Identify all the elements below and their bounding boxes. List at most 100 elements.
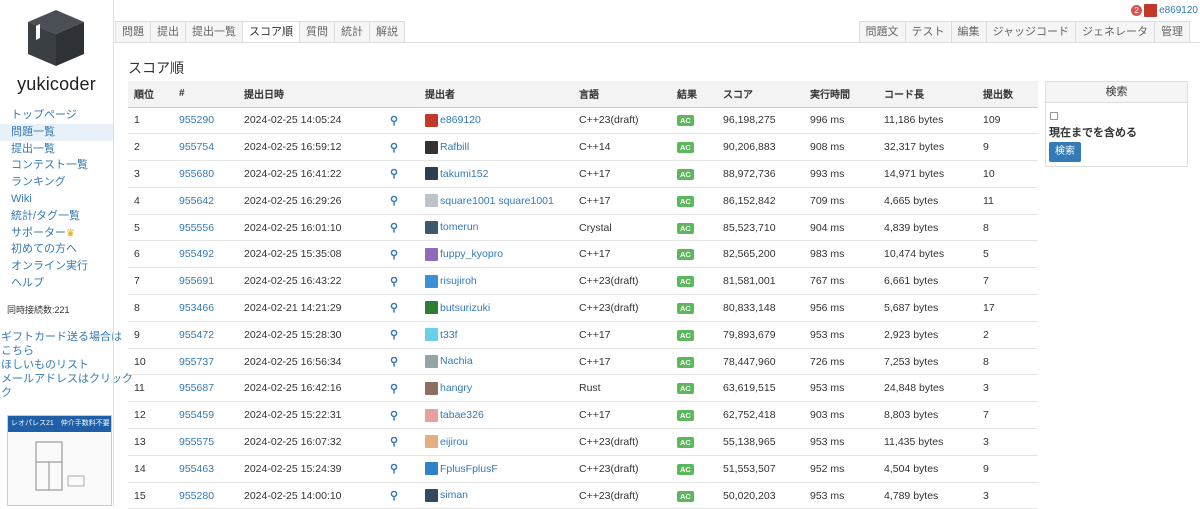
result-cell: AC: [671, 482, 717, 509]
submission-link[interactable]: 955556: [179, 222, 214, 234]
yukicoder-logo-icon[interactable]: [26, 8, 86, 68]
user-link[interactable]: Rafbill: [440, 141, 469, 153]
submission-link[interactable]: 955680: [179, 168, 214, 180]
search-cell: ⚲: [384, 133, 419, 162]
user-link[interactable]: risujiroh: [440, 275, 477, 287]
sidebar-item-6[interactable]: 統計/タグ一覧: [0, 208, 113, 225]
magnifier-icon[interactable]: ⚲: [390, 436, 398, 448]
magnifier-icon[interactable]: ⚲: [390, 168, 398, 180]
user-link[interactable]: eijirou: [440, 436, 468, 448]
magnifier-icon[interactable]: ⚲: [390, 302, 398, 314]
submission-link[interactable]: 955737: [179, 356, 214, 368]
tab-tabs_left-0[interactable]: 問題: [115, 21, 151, 42]
user-link[interactable]: fuppy_kyopro: [440, 248, 503, 260]
magnifier-icon[interactable]: ⚲: [390, 195, 398, 207]
sidebar-item-9[interactable]: オンライン実行: [0, 258, 113, 275]
magnifier-icon[interactable]: ⚲: [390, 463, 398, 475]
submission-link[interactable]: 955280: [179, 490, 214, 502]
magnifier-icon[interactable]: ⚲: [390, 115, 398, 127]
magnifier-icon[interactable]: ⚲: [390, 490, 398, 502]
sidebar-item-4[interactable]: ランキング: [0, 174, 113, 191]
site-name[interactable]: yukicoder: [0, 74, 113, 95]
username-link[interactable]: e869120: [1159, 5, 1198, 16]
tab-tabs_right-0[interactable]: 問題文: [858, 21, 906, 42]
submission-count-cell: 3: [977, 428, 1038, 456]
sidebar-item-1[interactable]: 問題一覧: [0, 123, 113, 141]
magnifier-icon[interactable]: ⚲: [390, 142, 398, 154]
sidebar-item-3[interactable]: コンテスト一覧: [0, 157, 113, 174]
tab-tabs_left-5[interactable]: 統計: [334, 21, 370, 42]
advertisement-banner[interactable]: レオパレス21 仲介手数料不要: [7, 415, 112, 506]
include-until-now-label[interactable]: 現在までを含める: [1049, 124, 1137, 140]
submission-link[interactable]: 955687: [179, 382, 214, 394]
table-row: 3 955680 2024-02-25 16:41:22 ⚲ takumi152 C++1…: [128, 160, 1038, 188]
tab-tabs_left-2[interactable]: 提出一覧: [185, 21, 243, 42]
sidebar-item-7[interactable]: サポーター♛: [0, 225, 113, 242]
user-link[interactable]: FplusFplusF: [440, 463, 498, 475]
tab-tabs_left-6[interactable]: 解説: [369, 21, 405, 42]
table-row: 2 955754 2024-02-25 16:59:12 ⚲ Rafbill C++14 A…: [128, 133, 1038, 162]
user-link[interactable]: butsurizuki: [440, 302, 490, 314]
magnifier-icon[interactable]: ⚲: [390, 276, 398, 288]
column-header: 順位: [128, 81, 173, 108]
magnifier-icon[interactable]: ⚲: [390, 383, 398, 395]
tab-tabs_right-1[interactable]: テスト: [904, 21, 952, 42]
user-link[interactable]: e869120: [440, 114, 481, 126]
sidebar-item-0[interactable]: トップページ: [0, 107, 113, 124]
user-link[interactable]: hangry: [440, 382, 472, 394]
rank-cell: 6: [128, 240, 173, 269]
submission-link[interactable]: 955472: [179, 329, 214, 341]
submission-link[interactable]: 955290: [179, 114, 214, 126]
result-cell: AC: [671, 107, 717, 135]
column-header: 提出日時: [238, 81, 384, 108]
gift-link-0[interactable]: ギフトカード送る場合は: [1, 330, 122, 344]
magnifier-icon[interactable]: ⚲: [390, 410, 398, 422]
user-link[interactable]: Nachia: [440, 355, 473, 367]
user-link[interactable]: siman: [440, 489, 468, 501]
sidebar-item-2[interactable]: 提出一覧: [0, 141, 113, 158]
user-avatar-icon[interactable]: [1144, 3, 1158, 17]
submission-link[interactable]: 955691: [179, 275, 214, 287]
magnifier-icon[interactable]: ⚲: [390, 356, 398, 368]
user-link[interactable]: tabae326: [440, 409, 484, 421]
tab-tabs_right-2[interactable]: 編集: [950, 21, 987, 42]
sidebar-item-5[interactable]: Wiki: [0, 191, 113, 208]
search-button[interactable]: 検索: [1049, 142, 1081, 162]
rank-cell: 3: [128, 160, 173, 188]
result-badge: AC: [677, 195, 694, 207]
sidebar-item-8[interactable]: 初めての方へ: [0, 241, 113, 258]
gift-link-1[interactable]: こちら: [1, 344, 113, 358]
user-link[interactable]: square1001 square1001: [440, 195, 554, 207]
user-menu[interactable]: 2 e869120: [1131, 3, 1198, 17]
submission-count-cell: 2: [977, 321, 1038, 349]
include-until-now-checkbox[interactable]: [1050, 112, 1058, 120]
rank-cell: 5: [128, 214, 173, 242]
magnifier-icon[interactable]: ⚲: [390, 329, 398, 341]
submission-link[interactable]: 955463: [179, 463, 214, 475]
submission-link[interactable]: 955575: [179, 436, 214, 448]
tab-tabs_right-4[interactable]: ジェネレータ: [1075, 21, 1155, 42]
user-link[interactable]: tomerun: [440, 221, 479, 233]
submission-link[interactable]: 953466: [179, 302, 214, 314]
magnifier-icon[interactable]: ⚲: [390, 222, 398, 234]
submission-link[interactable]: 955492: [179, 248, 214, 260]
tab-tabs_right-5[interactable]: 管理: [1154, 21, 1190, 42]
submission-link[interactable]: 955459: [179, 409, 214, 421]
submission-link[interactable]: 955754: [179, 141, 214, 153]
tab-tabs_left-1[interactable]: 提出: [150, 21, 186, 42]
language-cell: C++23(draft): [573, 294, 671, 322]
sidebar-item-10[interactable]: ヘルプ: [0, 275, 113, 292]
magnifier-icon[interactable]: ⚲: [390, 249, 398, 261]
search-cell: ⚲: [384, 428, 419, 456]
tab-tabs_left-4[interactable]: 質問: [299, 21, 335, 42]
tab-tabs_right-3[interactable]: ジャッジコード: [985, 21, 1076, 42]
submission-id-cell: 955492: [173, 240, 238, 269]
user-link[interactable]: takumi152: [440, 168, 488, 180]
gift-link-2[interactable]: ほしいものリスト: [1, 358, 113, 372]
gift-link-3[interactable]: メールアドレスはクリック: [1, 372, 133, 386]
gift-link-4[interactable]: ク: [1, 386, 113, 400]
notification-badge[interactable]: 2: [1131, 4, 1143, 16]
tab-tabs_left-3[interactable]: スコア順: [242, 21, 300, 43]
user-link[interactable]: t33f: [440, 329, 458, 341]
submission-link[interactable]: 955642: [179, 195, 214, 207]
